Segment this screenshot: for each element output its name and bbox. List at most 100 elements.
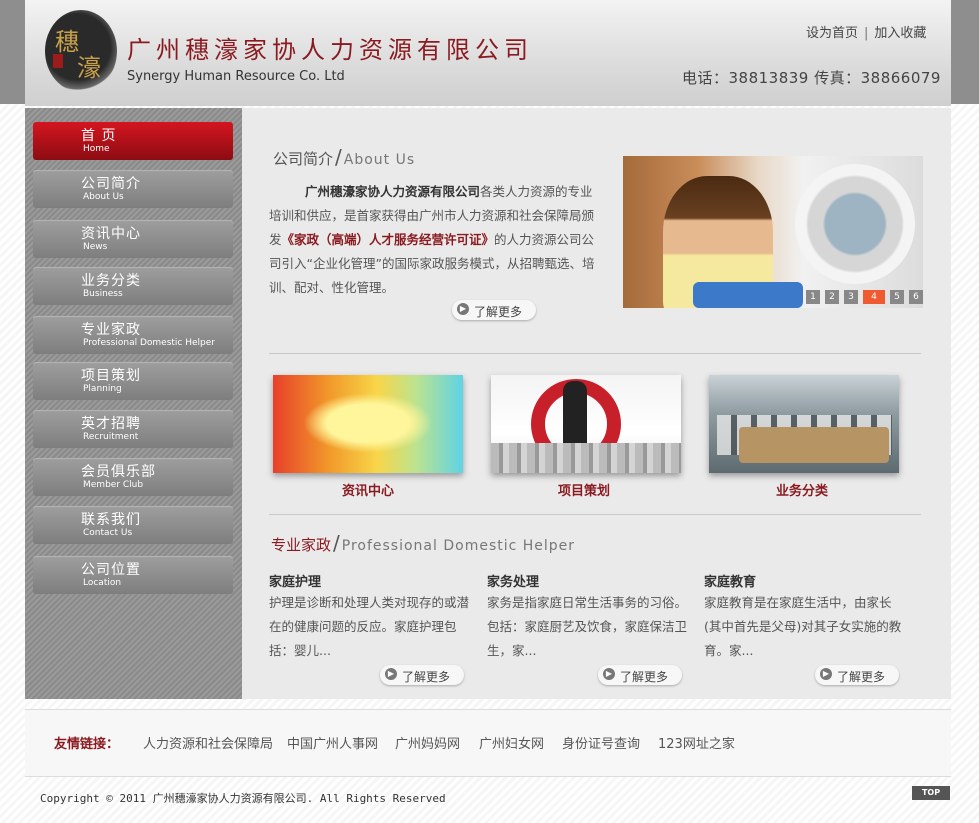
sidebar-item-sublabel: Member Club [83,480,144,490]
sidebar-item-label: 公司位置 [81,562,141,578]
company-name-cn: 广州穗濠家协人力资源有限公司 [127,36,533,64]
about-more-button[interactable]: ▶ 了解更多 [452,300,536,320]
sidebar-item-label: 公司简介 [81,176,141,192]
sidebar-item-sublabel: Recruitment [83,432,139,442]
sidebar-item-planning[interactable]: 项目策划 Planning [33,362,233,400]
planning-image[interactable] [491,375,681,473]
logo-char: 濠 [77,54,101,82]
title-slash: / [335,145,342,169]
sidebar-item-label: 项目策划 [81,368,141,384]
sidebar-item-sublabel: Contact Us [83,528,133,538]
friend-link[interactable]: 广州妇女网 [479,733,544,752]
friend-link[interactable]: 身份证号查询 [562,733,640,752]
sidebar-item-recruitment[interactable]: 英才招聘 Recruitment [33,410,233,448]
about-section-title: 公司简介 / About Us [273,145,415,169]
column-title-home-care[interactable]: 家庭护理 [269,571,321,590]
sidebar-item-label: 资讯中心 [81,226,141,242]
copyright: Copyright © 2011 广州穗濠家协人力资源有限公司. All Rig… [40,792,446,805]
domestic-title-cn: 专业家政 [271,536,332,554]
sidebar-item-sublabel: Professional Domestic Helper [83,338,215,348]
sidebar-item-member-club[interactable]: 会员俱乐部 Member Club [33,458,233,496]
logo-seal [53,54,63,68]
about-license: 《家政（高端）人才服务经营许可证》 [281,232,495,247]
sidebar-item-sublabel: Home [83,144,110,154]
set-home-link[interactable]: 设为首页 [806,26,858,41]
arrow-right-icon: ▶ [385,668,397,680]
sidebar-item-sublabel: Business [83,289,123,299]
sidebar-item-contact[interactable]: 联系我们 Contact Us [33,506,233,544]
more-button-label: 了解更多 [837,670,886,684]
header-links: 设为首页 | 加入收藏 [806,22,926,41]
about-title-en: About Us [343,152,416,168]
about-title-cn: 公司简介 [273,150,334,168]
slide-page-button[interactable]: 2 [825,290,839,304]
business-image[interactable] [709,375,899,473]
column-title-housework[interactable]: 家务处理 [487,571,539,590]
sidebar-item-sublabel: Location [83,578,122,588]
slide-page-button-active[interactable]: 4 [863,290,885,304]
home-care-more-button[interactable]: ▶ 了解更多 [380,665,464,685]
company-name-en: Synergy Human Resource Co. Ltd [127,69,345,84]
column-text-housework: 家务是指家庭日常生活事务的习俗。包括：家庭厨艺及饮食，家庭保洁卫生，家... [487,595,688,658]
slide-page-button[interactable]: 5 [890,290,904,304]
meeting-table-graphic [739,427,889,463]
slideshow-image[interactable]: 1 2 3 4 5 6 [623,156,923,308]
sidebar-item-label: 英才招聘 [81,416,141,432]
about-company-name: 广州穗濠家协人力资源有限公司 [305,184,481,199]
slide-page-button[interactable]: 1 [806,290,820,304]
add-bookmark-link[interactable]: 加入收藏 [874,26,926,41]
more-button-label: 了解更多 [620,670,669,684]
column-text-family-education: 家庭教育是在家庭生活中，由家长(其中首先是父母)对其子女实施的教育。家... [704,595,902,658]
sidebar-item-sublabel: News [83,242,108,252]
arrow-right-icon: ▶ [457,303,469,315]
card-label-business[interactable]: 业务分类 [707,480,897,499]
news-image[interactable] [273,375,463,473]
laundry-basket-graphic [693,282,803,308]
sidebar-item-label: 专业家政 [81,322,141,338]
divider [269,353,921,354]
friend-link[interactable]: 人力资源和社会保障局 [143,733,273,752]
slide-page-button[interactable]: 6 [909,290,923,304]
more-button-label: 了解更多 [474,305,523,319]
domestic-section-title: 专业家政 / Professional Domestic Helper [271,531,575,555]
divider [269,514,921,515]
sidebar-item-location[interactable]: 公司位置 Location [33,556,233,594]
link-separator: | [864,26,869,41]
sidebar-item-business[interactable]: 业务分类 Business [33,267,233,305]
column-text-home-care: 护理是诊断和处理人类对现存的或潜在的健康问题的反应。家庭护理包括：婴儿... [269,595,470,658]
column-title-family-education[interactable]: 家庭教育 [704,571,756,590]
about-paragraph: 广州穗濠家协人力资源有限公司各类人力资源的专业培训和供应，是首家获得由广州市人力… [269,180,601,300]
friend-link[interactable]: 中国广州人事网 [287,733,378,752]
sidebar-item-home[interactable]: 首 页 Home [33,122,233,160]
title-slash: / [333,531,340,555]
back-to-top-button[interactable]: TOP [912,786,950,800]
friend-link[interactable]: 123网址之家 [658,733,735,752]
sidebar-item-label: 会员俱乐部 [81,464,156,480]
sidebar-item-label: 业务分类 [81,273,141,289]
logo-char: 穗 [55,28,79,56]
contact-phone-fax: 电话：38813839 传真：38866079 [682,69,941,87]
friend-links-label: 友情链接： [54,737,120,752]
domestic-title-en: Professional Domestic Helper [341,538,576,554]
city-skyline-graphic [491,443,681,473]
sidebar-item-about[interactable]: 公司简介 About Us [33,170,233,208]
washing-machine-graphic [795,164,915,284]
friend-link[interactable]: 广州妈妈网 [395,733,460,752]
housework-more-button[interactable]: ▶ 了解更多 [598,665,682,685]
more-button-label: 了解更多 [402,670,451,684]
family-education-more-button[interactable]: ▶ 了解更多 [815,665,899,685]
sidebar: 首 页 Home 公司简介 About Us 资讯中心 News 业务分类 Bu… [25,108,242,699]
slide-page-button[interactable]: 3 [844,290,858,304]
card-label-news[interactable]: 资讯中心 [273,480,463,499]
world-map-graphic [303,393,433,453]
sidebar-item-domestic-helper[interactable]: 专业家政 Professional Domestic Helper [33,316,233,354]
sidebar-item-sublabel: About Us [83,192,124,202]
sidebar-item-sublabel: Planning [83,384,122,394]
company-logo[interactable]: 穗 濠 [45,10,117,92]
sidebar-item-label: 联系我们 [81,512,141,528]
arrow-right-icon: ▶ [603,668,615,680]
arrow-right-icon: ▶ [820,668,832,680]
sidebar-item-news[interactable]: 资讯中心 News [33,220,233,258]
card-label-planning[interactable]: 项目策划 [489,480,679,499]
sidebar-item-label: 首 页 [81,128,117,144]
